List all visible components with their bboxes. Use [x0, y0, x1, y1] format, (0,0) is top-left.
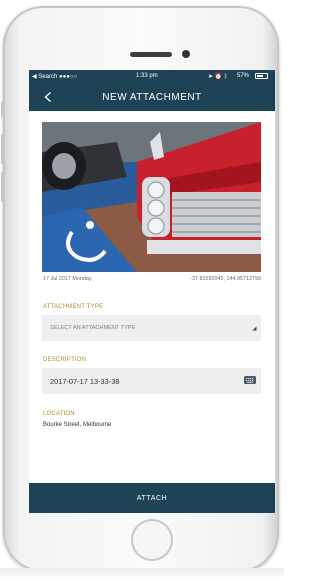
front-camera	[182, 50, 190, 58]
location-value: Bourke Street, Melbourne	[43, 422, 112, 428]
dropdown-arrow-icon	[252, 326, 257, 331]
description-label: DESCRIPTION	[43, 357, 87, 363]
mute-switch	[1, 101, 4, 117]
page-title: NEW ATTACHMENT	[102, 92, 202, 103]
volume-up-button	[1, 134, 4, 164]
status-time: 1:33 pm	[136, 73, 158, 79]
status-icons: ➤ ⏰ ᛒ	[208, 73, 227, 80]
status-carrier: ◀ Search ●●●○○	[32, 74, 78, 80]
attachment-type-select[interactable]: SELECT AN ATTACHMENT TYPE	[42, 315, 261, 341]
home-button[interactable]	[131, 519, 173, 561]
description-input[interactable]: 2017-07-17 13-33-38	[42, 368, 261, 394]
bluetooth-icon: ᛒ	[223, 74, 228, 80]
attach-button[interactable]: ATTACH	[29, 483, 275, 513]
battery-icon	[255, 73, 268, 79]
attachment-type-value: SELECT AN ATTACHMENT TYPE	[50, 325, 136, 331]
keyboard-icon[interactable]	[244, 376, 256, 384]
alarm-icon: ⏰	[214, 74, 223, 80]
attachment-photo	[42, 122, 261, 272]
battery-percent: 57%	[237, 73, 250, 79]
photo-coordinates: -37.81592045, 144.95712799	[190, 276, 261, 282]
nav-bar: NEW ATTACHMENT	[29, 84, 275, 111]
attachment-type-label: ATTACHMENT TYPE	[43, 304, 104, 310]
chevron-left-icon[interactable]	[42, 91, 54, 103]
status-bar: ◀ Search ●●●○○ 1:33 pm ➤ ⏰ ᛒ 57%	[29, 70, 275, 84]
earpiece-speaker	[130, 52, 172, 57]
location-icon: ➤	[208, 74, 214, 80]
app-screen: ◀ Search ●●●○○ 1:33 pm ➤ ⏰ ᛒ 57% NEW ATT…	[29, 70, 275, 513]
volume-down-button	[1, 172, 4, 202]
photo-date: 17 Jul 2017 Monday	[43, 276, 92, 282]
location-label: LOCATION	[43, 411, 75, 417]
floor-shadow	[0, 568, 284, 579]
description-value: 2017-07-17 13-33-38	[50, 377, 120, 386]
